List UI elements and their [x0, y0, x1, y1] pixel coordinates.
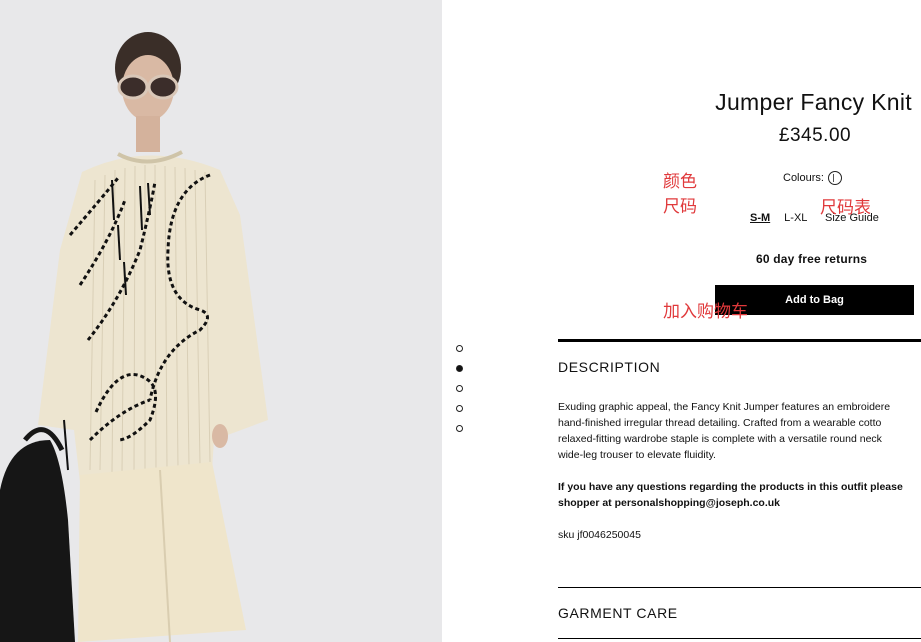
description-line: Exuding graphic appeal, the Fancy Knit J…	[558, 401, 891, 413]
colours-label: Colours:	[783, 172, 824, 184]
contact-line: shopper at personalshopping@joseph.co.uk	[558, 497, 781, 509]
model-illustration	[0, 0, 442, 642]
colour-swatch[interactable]	[827, 171, 842, 185]
description-line: wide-leg trouser to elevate fluidity.	[558, 449, 716, 461]
annotation-size: 尺码	[663, 197, 697, 217]
contact-line: If you have any questions regarding the …	[558, 481, 903, 493]
carousel-dot-1[interactable]	[456, 345, 463, 352]
product-price: £345.00	[778, 125, 852, 146]
product-image[interactable]	[0, 0, 442, 642]
garment-care-divider	[558, 587, 921, 588]
colour-selector: Colours:	[783, 171, 842, 185]
annotation-add-to-cart: 加入购物车	[663, 302, 748, 322]
size-option-s-m[interactable]: S-M	[750, 212, 770, 224]
carousel-dot-2-active[interactable]	[456, 365, 463, 372]
product-title: Jumper Fancy Knit	[715, 89, 912, 115]
description-body: Exuding graphic appeal, the Fancy Knit J…	[558, 399, 921, 543]
carousel-dot-3[interactable]	[456, 385, 463, 392]
carousel-dot-4[interactable]	[456, 405, 463, 412]
annotation-size-chart: 尺码表	[820, 198, 871, 218]
description-heading[interactable]: DESCRIPTION	[558, 359, 660, 375]
sku-text: sku jf0046250045	[558, 529, 641, 541]
description-divider	[558, 339, 921, 342]
size-option-l-xl[interactable]: L-XL	[784, 212, 807, 224]
garment-care-heading[interactable]: GARMENT CARE	[558, 605, 678, 621]
image-carousel-dots	[456, 345, 464, 445]
garment-care-bottom-divider	[558, 638, 921, 639]
size-selector: S-M L-XL	[750, 212, 807, 224]
carousel-dot-5[interactable]	[456, 425, 463, 432]
returns-info: 60 day free returns	[756, 252, 868, 266]
description-line: hand-finished irregular thread detailing…	[558, 417, 882, 429]
annotation-colour: 颜色	[663, 172, 697, 192]
description-line: relaxed-fitting wardrobe staple is compl…	[558, 433, 882, 445]
